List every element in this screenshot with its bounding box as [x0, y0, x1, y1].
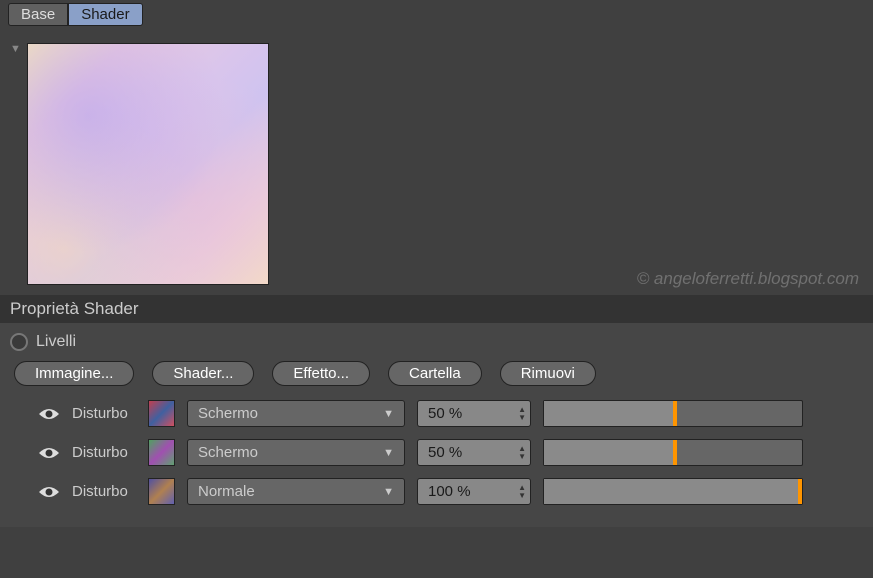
opacity-input[interactable]: 100 % ▲▼	[417, 478, 531, 505]
opacity-value: 50 %	[428, 405, 518, 422]
watermark-text: © angeloferretti.blogspot.com	[637, 269, 859, 289]
opacity-slider[interactable]	[543, 439, 803, 466]
preview-area: ▼ © angeloferretti.blogspot.com	[0, 29, 873, 295]
blend-mode-value: Schermo	[198, 405, 258, 422]
top-tabs: Base Shader	[0, 0, 873, 29]
expand-arrow-icon[interactable]: ▼	[10, 43, 21, 55]
effect-button[interactable]: Effetto...	[272, 361, 370, 386]
slider-fill	[544, 479, 802, 504]
image-button[interactable]: Immagine...	[14, 361, 134, 386]
levels-label: Livelli	[36, 333, 76, 351]
shader-properties-panel: Livelli Immagine... Shader... Effetto...…	[0, 323, 873, 527]
blend-mode-value: Schermo	[198, 444, 258, 461]
levels-row: Livelli	[10, 333, 863, 351]
chevron-down-icon: ▼	[383, 447, 394, 459]
levels-radio[interactable]	[10, 333, 28, 351]
opacity-value: 100 %	[428, 483, 518, 500]
opacity-value: 50 %	[428, 444, 518, 461]
visibility-eye-icon[interactable]	[38, 485, 60, 499]
folder-button[interactable]: Cartella	[388, 361, 482, 386]
slider-fill	[544, 440, 673, 465]
opacity-slider[interactable]	[543, 400, 803, 427]
layer-swatch[interactable]	[148, 439, 175, 466]
layer-swatch[interactable]	[148, 400, 175, 427]
visibility-eye-icon[interactable]	[38, 446, 60, 460]
remove-button[interactable]: Rimuovi	[500, 361, 596, 386]
opacity-input[interactable]: 50 % ▲▼	[417, 439, 531, 466]
tab-shader[interactable]: Shader	[68, 3, 142, 26]
spinner-icon[interactable]: ▲▼	[518, 406, 526, 421]
shader-preview[interactable]	[27, 43, 269, 285]
slider-handle[interactable]	[673, 401, 677, 426]
opacity-slider[interactable]	[543, 478, 803, 505]
layer-name: Disturbo	[72, 483, 136, 500]
slider-handle[interactable]	[673, 440, 677, 465]
layer-name: Disturbo	[72, 405, 136, 422]
section-header: Proprietà Shader	[0, 295, 873, 323]
layer-name: Disturbo	[72, 444, 136, 461]
spinner-icon[interactable]: ▲▼	[518, 484, 526, 499]
visibility-eye-icon[interactable]	[38, 407, 60, 421]
opacity-input[interactable]: 50 % ▲▼	[417, 400, 531, 427]
chevron-down-icon: ▼	[383, 408, 394, 420]
slider-handle[interactable]	[798, 479, 802, 504]
blend-mode-dropdown[interactable]: Normale ▼	[187, 478, 405, 505]
spinner-icon[interactable]: ▲▼	[518, 445, 526, 460]
layer-row: Disturbo Schermo ▼ 50 % ▲▼	[10, 439, 863, 466]
tab-base[interactable]: Base	[8, 3, 68, 26]
blend-mode-dropdown[interactable]: Schermo ▼	[187, 400, 405, 427]
action-buttons: Immagine... Shader... Effetto... Cartell…	[10, 361, 863, 386]
chevron-down-icon: ▼	[383, 486, 394, 498]
shader-button[interactable]: Shader...	[152, 361, 254, 386]
layer-swatch[interactable]	[148, 478, 175, 505]
layer-row: Disturbo Normale ▼ 100 % ▲▼	[10, 478, 863, 505]
layer-row: Disturbo Schermo ▼ 50 % ▲▼	[10, 400, 863, 427]
slider-fill	[544, 401, 673, 426]
blend-mode-value: Normale	[198, 483, 255, 500]
blend-mode-dropdown[interactable]: Schermo ▼	[187, 439, 405, 466]
